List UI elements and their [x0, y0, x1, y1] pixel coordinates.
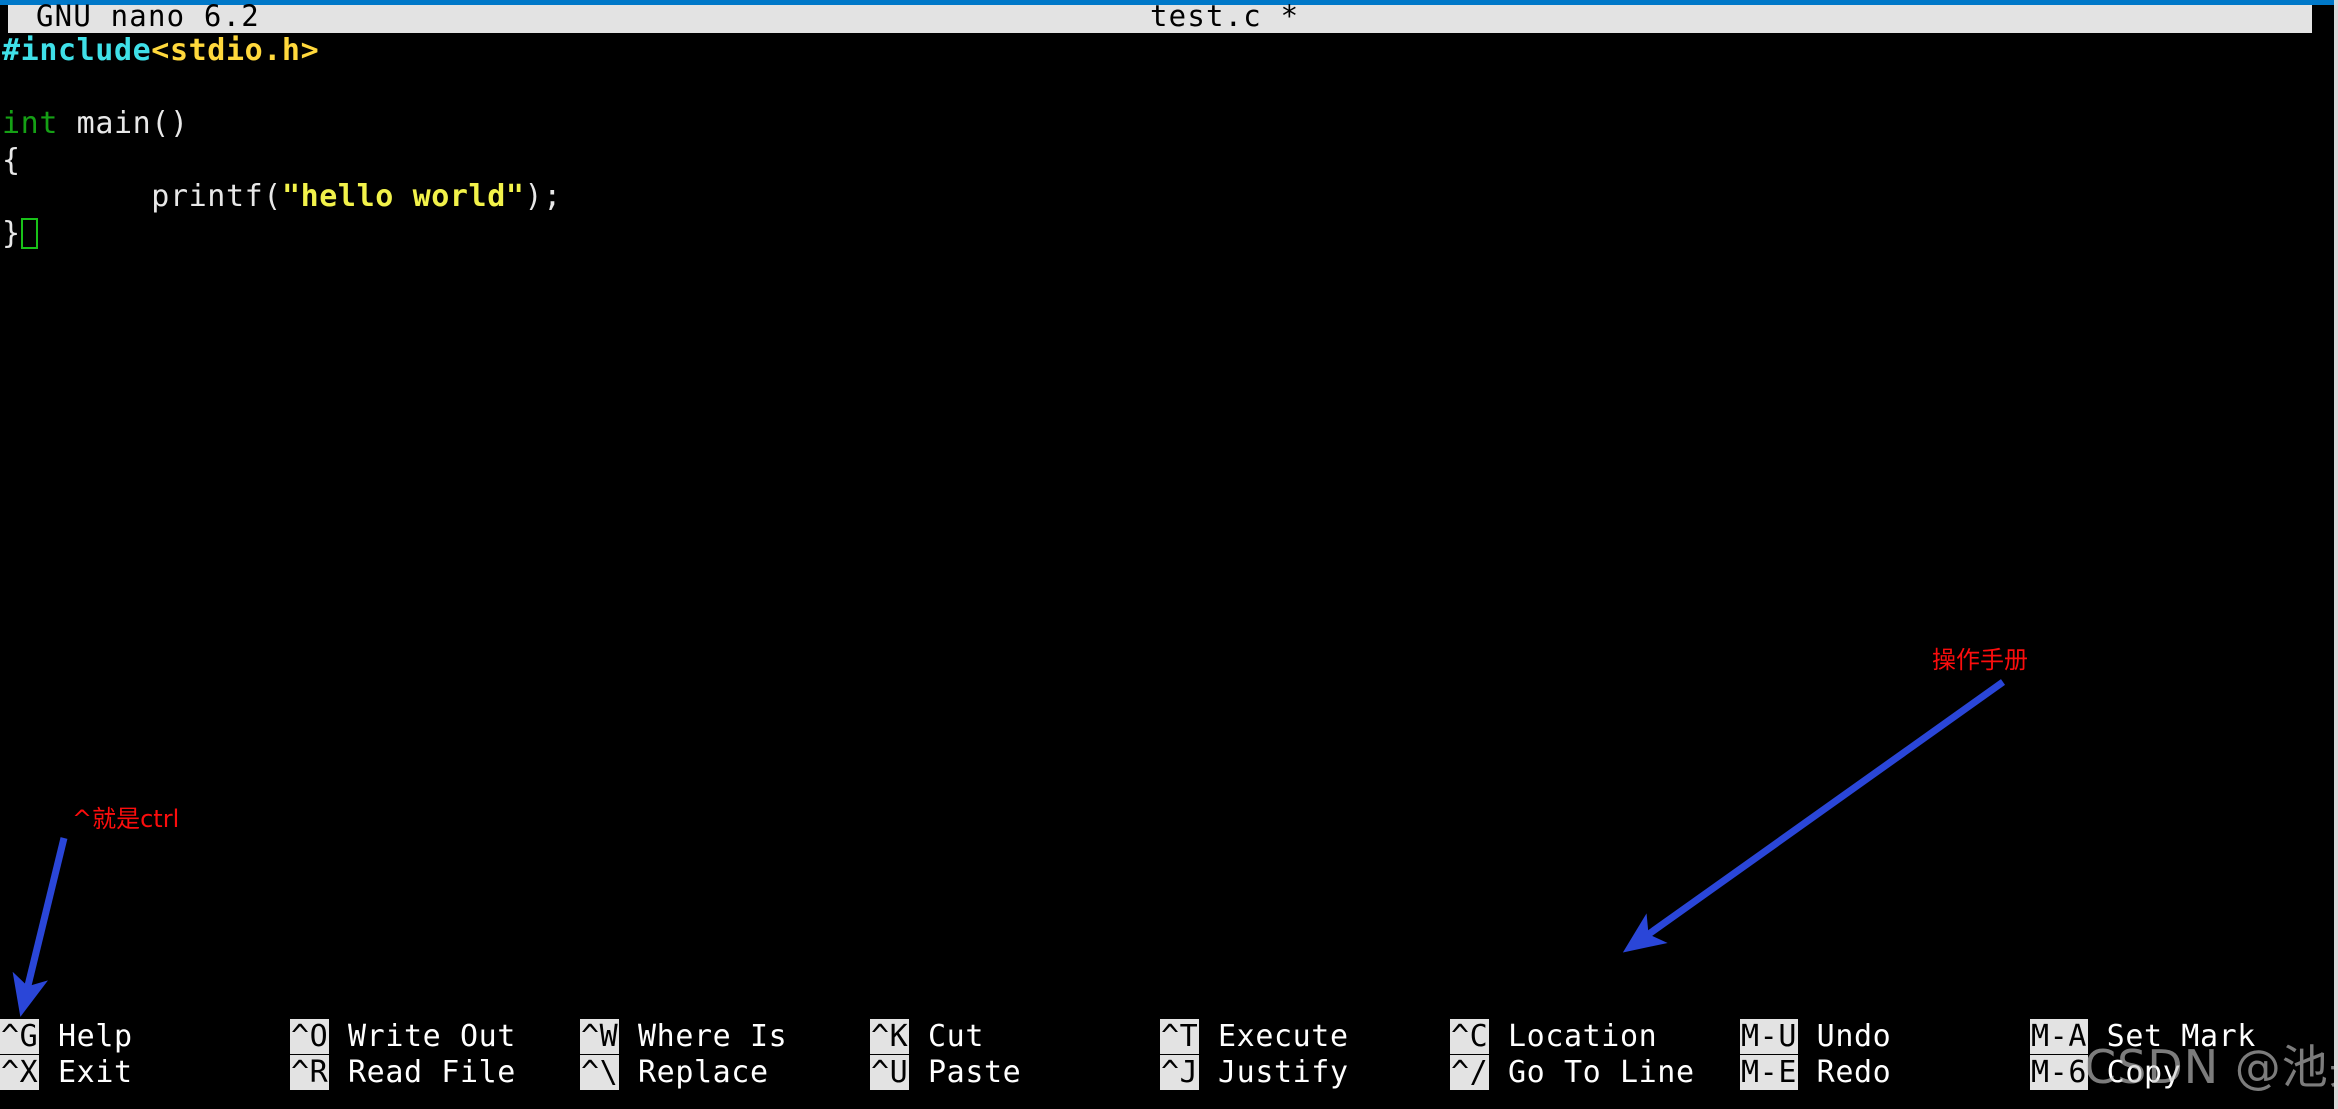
shortcut-key: ^O	[290, 1019, 330, 1054]
code-token-plain: {	[2, 142, 21, 178]
code-token-hdr: <stdio.h>	[151, 33, 320, 68]
titlebar-version: GNU nano 6.2	[36, 0, 260, 33]
shortcut-label: Paste	[909, 1055, 1022, 1090]
shortcut-item-replace[interactable]: ^\ Replace	[580, 1055, 769, 1091]
text-cursor	[20, 217, 38, 249]
code-token-plain: main()	[58, 106, 189, 141]
code-token-str: "hello world"	[281, 179, 525, 214]
shortcut-label: Where Is	[619, 1019, 788, 1054]
shortcut-item-execute[interactable]: ^T Execute	[1160, 1019, 1349, 1055]
shortcut-item-go-to-line[interactable]: ^/ Go To Line	[1450, 1055, 1695, 1091]
editor-text-buffer[interactable]: #include<stdio.h> int main(){ printf("he…	[2, 33, 2312, 252]
shortcut-label: Cut	[909, 1019, 984, 1054]
shortcut-key: ^W	[580, 1019, 620, 1054]
code-token-type: int	[2, 106, 58, 141]
shortcut-item-exit[interactable]: ^X Exit	[0, 1055, 133, 1091]
shortcut-item-location[interactable]: ^C Location	[1450, 1019, 1657, 1055]
shortcut-key: ^U	[870, 1055, 910, 1090]
shortcut-label: Justify	[1199, 1055, 1349, 1090]
shortcut-label: Go To Line	[1489, 1055, 1695, 1090]
shortcut-label: Replace	[619, 1055, 769, 1090]
code-token-plain: );	[524, 179, 562, 214]
code-token-plain: }	[2, 215, 21, 251]
nano-terminal-window: GNU nano 6.2 test.c * #include<stdio.h> …	[0, 0, 2338, 1109]
editor-line[interactable]: {	[2, 143, 2312, 180]
shortcut-label: Write Out	[329, 1019, 516, 1054]
shortcut-key: ^G	[0, 1019, 40, 1054]
arrow-to-ctrl-key	[12, 837, 68, 1017]
shortcut-column: ^O Write Out ^R Read File	[290, 1015, 580, 1109]
code-token-pp: #include	[2, 33, 152, 68]
shortcut-column: ^K Cut ^U Paste	[870, 1015, 1160, 1109]
shortcut-label: Exit	[39, 1055, 133, 1090]
arrow-to-shortcut-bar	[1622, 679, 2006, 953]
shortcut-key: M-U	[1740, 1019, 1798, 1054]
shortcut-key: ^K	[870, 1019, 910, 1054]
shortcut-item-help[interactable]: ^G Help	[0, 1019, 133, 1055]
shortcut-key: ^C	[1450, 1019, 1490, 1054]
annotation-ctrl-note: ^就是ctrl	[72, 805, 180, 833]
shortcut-item-justify[interactable]: ^J Justify	[1160, 1055, 1349, 1091]
shortcut-key: M-A	[2030, 1019, 2088, 1054]
shortcut-key: ^/	[1450, 1055, 1490, 1090]
shortcut-column: M-U Undo M-E Redo	[1740, 1015, 2030, 1109]
csdn-watermark: CSDN @池央	[2084, 1040, 2334, 1094]
editor-line[interactable]: }	[2, 216, 2312, 253]
shortcut-label: Redo	[1798, 1055, 1892, 1090]
shortcut-item-paste[interactable]: ^U Paste	[870, 1055, 1021, 1091]
shortcut-item-write-out[interactable]: ^O Write Out	[290, 1019, 516, 1055]
shortcut-label: Help	[39, 1019, 133, 1054]
shortcut-label: Location	[1489, 1019, 1658, 1054]
code-token-plain: printf(	[2, 179, 282, 214]
editor-line[interactable]: #include<stdio.h>	[2, 33, 2312, 70]
shortcut-key: ^X	[0, 1055, 40, 1090]
shortcut-key: ^J	[1160, 1055, 1200, 1090]
shortcut-item-cut[interactable]: ^K Cut	[870, 1019, 984, 1055]
shortcut-key: ^R	[290, 1055, 330, 1090]
shortcut-label: Execute	[1199, 1019, 1349, 1054]
shortcut-item-read-file[interactable]: ^R Read File	[290, 1055, 516, 1091]
annotation-manual-note: 操作手册	[1932, 646, 2028, 674]
shortcut-column: ^T Execute ^J Justify	[1160, 1015, 1450, 1109]
shortcut-label: Read File	[329, 1055, 516, 1090]
shortcut-key: M-E	[1740, 1055, 1798, 1090]
shortcut-item-redo[interactable]: M-E Redo	[1740, 1055, 1891, 1091]
shortcut-item-where-is[interactable]: ^W Where Is	[580, 1019, 787, 1055]
titlebar: GNU nano 6.2 test.c *	[8, 0, 2312, 33]
shortcut-column: ^W Where Is ^\ Replace	[580, 1015, 870, 1109]
shortcut-key: ^\	[580, 1055, 620, 1090]
editor-line[interactable]: printf("hello world");	[2, 179, 2312, 216]
shortcut-help-bar: ^G Help ^X Exit ^O Write Out ^R Read File ^W…	[0, 1015, 2334, 1109]
shortcut-column: ^G Help ^X Exit	[0, 1015, 290, 1109]
editor-line[interactable]: int main()	[2, 106, 2312, 143]
shortcut-label: Undo	[1798, 1019, 1892, 1054]
shortcut-key: ^T	[1160, 1019, 1200, 1054]
titlebar-filename: test.c *	[1150, 0, 1300, 33]
shortcut-key: M-6	[2030, 1055, 2088, 1090]
shortcut-item-undo[interactable]: M-U Undo	[1740, 1019, 1891, 1055]
editor-line[interactable]	[2, 70, 2312, 107]
shortcut-column: ^C Location ^/ Go To Line	[1450, 1015, 1740, 1109]
